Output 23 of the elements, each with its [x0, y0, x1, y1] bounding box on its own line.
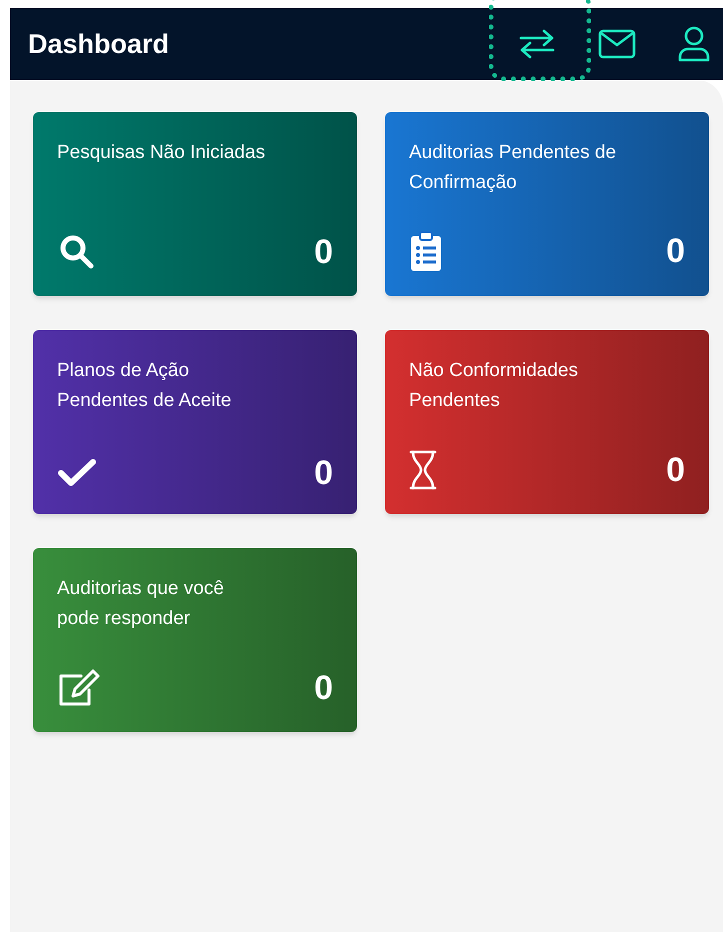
user-icon[interactable] [677, 25, 711, 63]
card-title: Auditorias Pendentes de Confirmação [409, 141, 618, 195]
card-title: Planos de Ação Pendentes de Aceite [57, 359, 232, 413]
checkmark-icon [57, 458, 97, 488]
hourglass-icon [409, 450, 437, 490]
card-title: Auditorias que você pode responder [57, 577, 225, 631]
card-title: Pesquisas Não Iniciadas [57, 141, 266, 165]
summary-card[interactable]: Pesquisas Não Iniciadas 0 [33, 112, 357, 296]
card-title: Não Conformidades Pendentes [409, 359, 579, 413]
summary-card[interactable]: Planos de Ação Pendentes de Aceite 0 [33, 330, 357, 514]
card-count: 0 [314, 235, 333, 269]
edit-icon [57, 668, 101, 708]
swap-arrows-icon[interactable] [517, 27, 557, 61]
summary-card[interactable]: Auditorias que você pode responder 0 [33, 548, 357, 732]
card-count: 0 [314, 456, 333, 490]
summary-card[interactable]: Não Conformidades Pendentes 0 [385, 330, 709, 514]
card-count: 0 [314, 671, 333, 705]
page-title: Dashboard [28, 28, 170, 61]
card-count: 0 [666, 453, 685, 487]
clipboard-list-icon [409, 230, 443, 272]
summary-card[interactable]: Auditorias Pendentes de Confirmação 0 [385, 112, 709, 296]
card-count: 0 [666, 234, 685, 268]
mail-icon[interactable] [597, 28, 637, 60]
